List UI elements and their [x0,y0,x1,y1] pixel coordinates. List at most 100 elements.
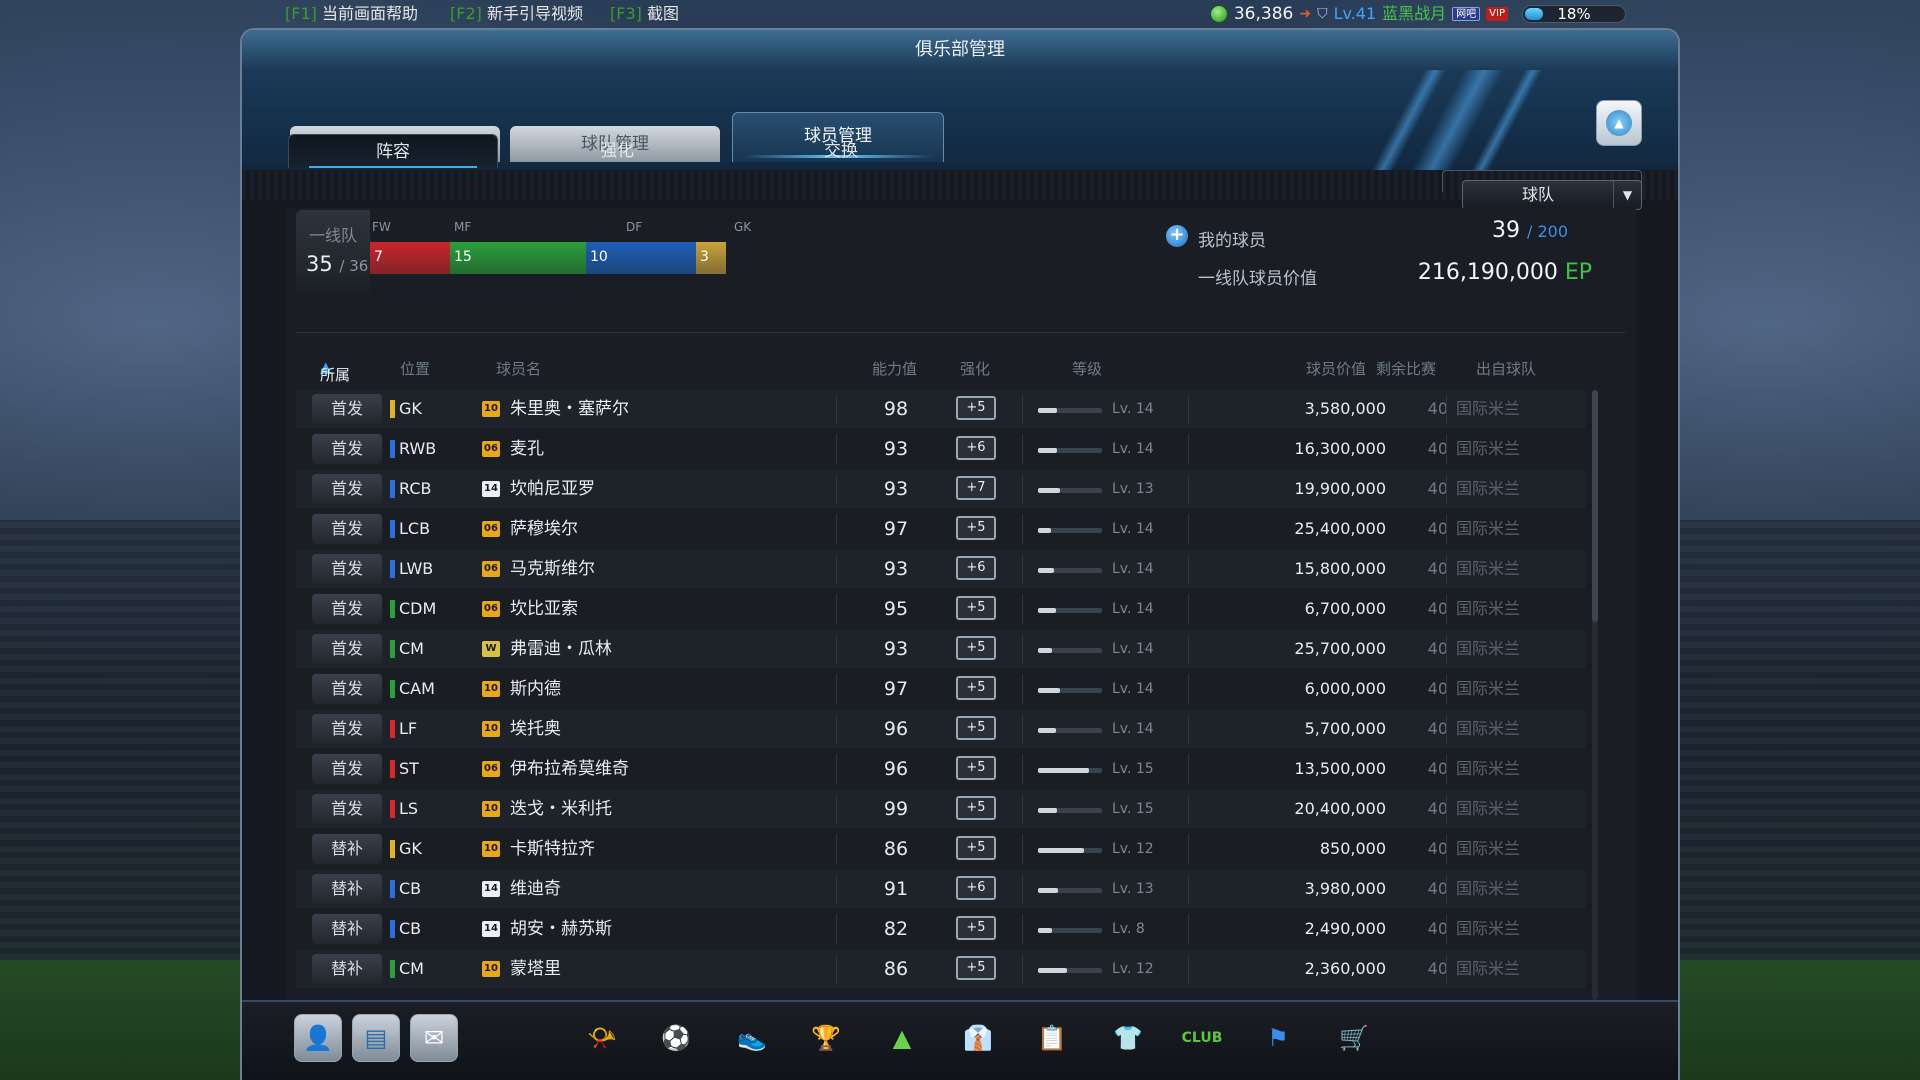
player-name[interactable]: 蒙塔里 [510,950,561,988]
league-button[interactable]: ⚑ [1254,1014,1302,1062]
lineup-status-button[interactable]: 替补 [312,954,382,984]
table-row[interactable]: 替补 CB 14 胡安・赫苏斯 82 +5 Lv. 8 2,490,000 40 国际米兰 [296,910,1586,948]
player-position: GK [399,839,422,858]
subtab-lineup[interactable]: 阵容 [288,134,498,168]
player-name[interactable]: 斯内德 [510,670,561,708]
league-icon: ⚑ [1267,1024,1289,1052]
player-name[interactable]: 胡安・赫苏斯 [510,910,612,948]
lineup-status-button[interactable]: 替补 [312,874,382,904]
position-color-bar [390,680,395,698]
player-name[interactable]: 坎比亚索 [510,590,578,628]
table-row[interactable]: 首发 LS 10 迭戈・米利托 99 +5 Lv. 15 20,400,000 40 国际米兰 [296,790,1586,828]
player-name[interactable]: 迭戈・米利托 [510,790,612,828]
profile-button[interactable]: 👤 [294,1014,342,1062]
lineup-status-button[interactable]: 首发 [312,594,382,624]
lineup-status-button[interactable]: 首发 [312,794,382,824]
help-f2[interactable]: [F2] 新手引导视频 [450,0,583,28]
col-enhance[interactable]: 强化 [960,358,990,379]
table-row[interactable]: 首发 LCB 06 萨穆埃尔 97 +5 Lv. 14 25,400,000 40 国际米兰 [296,510,1586,548]
scrollbar-thumb[interactable] [1592,390,1598,622]
lineup-status-button[interactable]: 首发 [312,754,382,784]
player-name[interactable]: 弗雷迪・瓜林 [510,630,612,668]
whistle-button[interactable]: 📯 [578,1014,626,1062]
col-remain[interactable]: 剩余比赛 [1376,358,1436,379]
origin-club: 国际米兰 [1456,879,1521,898]
table-row[interactable]: 首发 CDM 06 坎比亚索 95 +5 Lv. 14 6,700,000 40 国际米兰 [296,590,1586,628]
mail-button[interactable]: ✉ [410,1014,458,1062]
col-level[interactable]: 等级 [1072,358,1102,379]
close-window-button[interactable]: ▲ [1596,100,1642,146]
col-belong[interactable]: 所属 ▲ [320,358,350,384]
table-row[interactable]: 替补 CM 10 蒙塔里 86 +5 Lv. 12 2,360,000 40 国际米兰 [296,950,1586,988]
chat-button[interactable]: ▤ [352,1014,400,1062]
table-row[interactable]: 首发 CAM 10 斯内德 97 +5 Lv. 14 6,000,000 40 国际米兰 [296,670,1586,708]
enhance-level-badge: +5 [956,516,996,540]
player-ability: 93 [883,558,909,580]
lineup-status-button[interactable]: 替补 [312,834,382,864]
origin-club: 国际米兰 [1456,479,1521,498]
lineup-status-button[interactable]: 首发 [312,514,382,544]
lineup-status-button[interactable]: 首发 [312,634,382,664]
position-color-bar [390,520,395,538]
lineup-status-button[interactable]: 首发 [312,434,382,464]
table-row[interactable]: 首发 LF 10 埃托奥 96 +5 Lv. 14 5,700,000 40 国际米兰 [296,710,1586,748]
match-button[interactable]: ⚽ [652,1014,700,1062]
player-name[interactable]: 坎帕尼亚罗 [510,470,595,508]
enhance-level-badge: +6 [956,876,996,900]
lineup-status-button[interactable]: 首发 [312,474,382,504]
player-name[interactable]: 麦孔 [510,430,544,468]
shop-button[interactable]: 🛒 [1330,1014,1378,1062]
player-level: Lv. 14 [1112,601,1154,617]
lineup-status-button[interactable]: 首发 [312,674,382,704]
col-ability[interactable]: 能力值 [872,358,917,379]
table-row[interactable]: 替补 GK 10 卡斯特拉齐 86 +5 Lv. 12 850,000 40 国际米兰 [296,830,1586,868]
help-f1[interactable]: [F1] 当前画面帮助 [285,0,418,28]
player-name[interactable]: 维迪奇 [510,870,561,908]
player-name[interactable]: 埃托奥 [510,710,561,748]
add-player-icon[interactable]: + [1166,225,1188,247]
divider [1446,514,1447,544]
lineup-status-button[interactable]: 首发 [312,714,382,744]
help-f3[interactable]: [F3] 截图 [610,0,679,28]
shirt-icon: 👕 [1113,1024,1143,1052]
pos-segment-df: 10 [586,242,696,274]
exp-bar [1038,968,1102,973]
player-name[interactable]: 马克斯维尔 [510,550,595,588]
subtab-enhance[interactable]: 强化 [512,134,722,168]
season-badge: 10 [482,961,500,977]
table-row[interactable]: 首发 CM W 弗雷迪・瓜林 93 +5 Lv. 14 25,700,000 40 国际米兰 [296,630,1586,668]
notebook-button[interactable]: 📋 [1028,1014,1076,1062]
player-name[interactable]: 伊布拉希莫维奇 [510,750,629,788]
col-name[interactable]: 球员名 [496,358,541,379]
player-name[interactable]: 朱里奥・塞萨尔 [510,390,629,428]
team-dropdown[interactable]: 球队 ▼ [1462,180,1642,210]
table-row[interactable]: 首发 RCB 14 坎帕尼亚罗 93 +7 Lv. 13 19,900,000 40 国际米兰 [296,470,1586,508]
table-row[interactable]: 首发 RWB 06 麦孔 93 +6 Lv. 14 16,300,000 40 国际米兰 [296,430,1586,468]
col-club[interactable]: 出自球队 [1476,358,1536,379]
col-price[interactable]: 球员价值 [1306,358,1366,379]
player-name[interactable]: 萨穆埃尔 [510,510,578,548]
player-name[interactable]: 卡斯特拉齐 [510,830,595,868]
player-level: Lv. 14 [1112,721,1154,737]
trophy-button[interactable]: 🏆 [802,1014,850,1062]
ranking-button[interactable]: ▲ [878,1014,926,1062]
table-row[interactable]: 替补 CB 14 维迪奇 91 +6 Lv. 13 3,980,000 40 国际米兰 [296,870,1586,908]
table-scrollbar[interactable] [1592,390,1598,1000]
subtab-exchange[interactable]: 交换 [736,134,946,168]
training-button[interactable]: 👟 [728,1014,776,1062]
jersey-button[interactable]: 👔 [954,1014,1002,1062]
vip-badge: VIP [1486,7,1508,21]
table-row[interactable]: 首发 ST 06 伊布拉希莫维奇 96 +5 Lv. 15 13,500,000 40 国际米兰 [296,750,1586,788]
lineup-status-button[interactable]: 首发 [312,394,382,424]
col-pos[interactable]: 位置 [400,358,430,379]
player-value: 3,580,000 [1304,399,1386,418]
player-level: Lv. 14 [1112,681,1154,697]
lineup-status-button[interactable]: 替补 [312,914,382,944]
club-button[interactable]: CLUB [1178,1014,1226,1062]
shirt-button[interactable]: 👕 [1104,1014,1152,1062]
enhance-level-badge: +5 [956,596,996,620]
table-row[interactable]: 首发 GK 10 朱里奥・塞萨尔 98 +5 Lv. 14 3,580,000 40 国际米兰 [296,390,1586,428]
table-row[interactable]: 首发 LWB 06 马克斯维尔 93 +6 Lv. 14 15,800,000 40 国际米兰 [296,550,1586,588]
lineup-status-button[interactable]: 首发 [312,554,382,584]
origin-club: 国际米兰 [1456,599,1521,618]
